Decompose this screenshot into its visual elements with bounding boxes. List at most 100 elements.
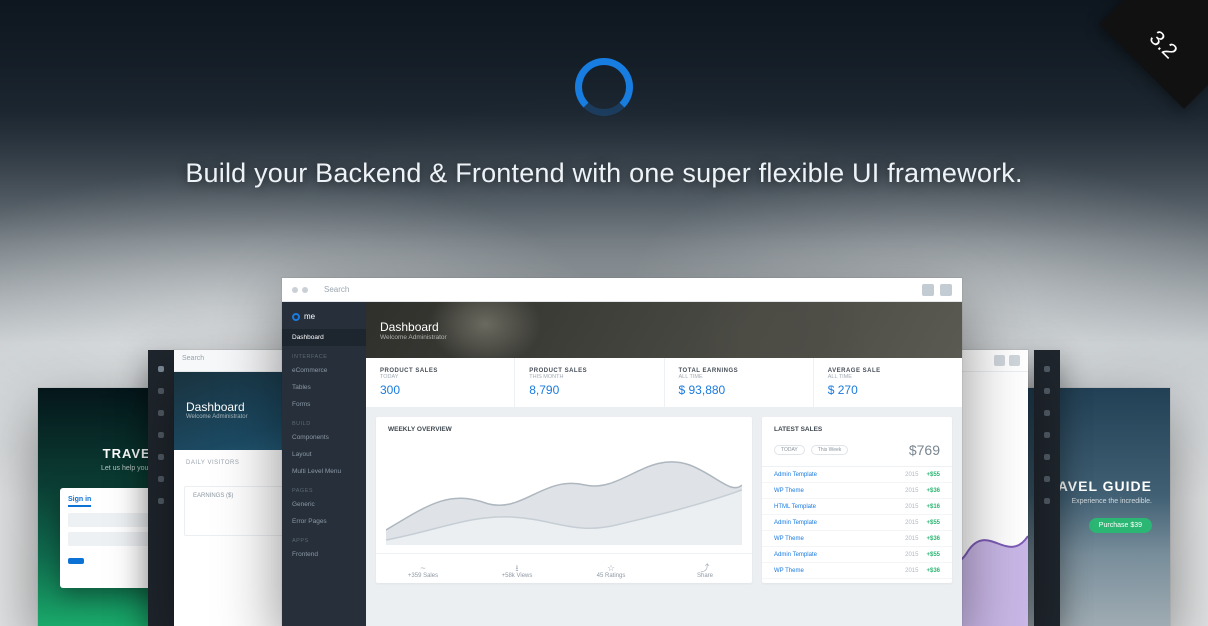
sidebar-item-ecommerce[interactable]: eCommerce (282, 362, 366, 379)
list-item[interactable]: WP Theme2015+$36 (762, 483, 952, 499)
iconbar-item-icon[interactable] (158, 388, 164, 394)
item-year: 2015 (905, 488, 918, 494)
line-chart (386, 445, 742, 545)
hero-banner: 3.2 Build your Backend & Frontend with o… (0, 0, 1208, 626)
item-name: WP Theme (774, 536, 804, 542)
item-name: WP Theme (774, 568, 804, 574)
weekly-overview-panel: WEEKLY OVERVIEW ~+359 Sales ⭳+58k Views … (376, 417, 752, 583)
iconbar-item-icon[interactable] (158, 410, 164, 416)
trend-icon: ~ (376, 559, 470, 573)
iconbar-item-icon[interactable] (1044, 432, 1050, 438)
item-year: 2015 (905, 472, 918, 478)
topbar-action-icon[interactable] (940, 284, 952, 296)
brand-label: me (304, 312, 315, 321)
download-icon: ⭳ (470, 559, 564, 573)
kpi-row: PRODUCT SALES TODAY 300 PRODUCT SALES TH… (366, 358, 962, 407)
avatar-icon[interactable] (994, 355, 1005, 366)
signin-button[interactable] (68, 558, 84, 564)
iconbar-item-icon[interactable] (1044, 498, 1050, 504)
list-item[interactable]: HTML Template 2015 +$16 (762, 499, 952, 515)
sales-list: Admin Template2015+$55WP Theme2015+$36HT… (762, 467, 952, 583)
headline: Build your Backend & Frontend with one s… (0, 158, 1208, 189)
kpi-value: 300 (380, 383, 500, 397)
page-title: Dashboard (380, 320, 948, 334)
chart-action[interactable]: ⭳+58k Views (470, 554, 564, 583)
iconbar-item-icon[interactable] (158, 366, 164, 372)
list-item[interactable]: Admin Template2015+$55 (762, 547, 952, 563)
topbar-action-icon[interactable] (1009, 355, 1020, 366)
sidebar-item-dashboard[interactable]: Dashboard (282, 329, 366, 346)
chart-action[interactable]: ~+359 Sales (376, 554, 470, 583)
list-item[interactable]: Admin Template 2015 +$55 (762, 467, 952, 483)
window-topbar: Search (282, 278, 962, 302)
sidebar-item-error[interactable]: Error Pages (282, 513, 366, 530)
filter-today[interactable]: TODAY (774, 445, 805, 455)
travel-subtitle: Experience the incredible. (1071, 498, 1152, 505)
latest-sales-panel: LATEST SALES TODAY This Week $769 Admin … (762, 417, 952, 583)
brand[interactable]: me (282, 310, 366, 329)
search-label[interactable]: Search (182, 355, 204, 362)
sidebar-group-label: BUILD (282, 413, 366, 429)
page-subtitle: Welcome Administrator (380, 334, 948, 341)
share-icon: ⤴ (658, 559, 752, 573)
item-name: Admin Template (774, 552, 817, 558)
kpi-value: $ 93,880 (679, 383, 799, 397)
item-year: 2015 (905, 504, 918, 510)
iconbar-item-icon[interactable] (158, 476, 164, 482)
kpi-card: TOTAL EARNINGS ALL TIME $ 93,880 (665, 358, 814, 407)
chart-action-label: +359 Sales (408, 573, 438, 579)
chart-action-label: Share (697, 573, 713, 579)
item-name: HTML Template (774, 504, 816, 510)
sidebar-item-tables[interactable]: Tables (282, 379, 366, 396)
filter-week[interactable]: This Week (811, 445, 849, 455)
avatar-icon[interactable] (922, 284, 934, 296)
sidebar-group-label: APPS (282, 530, 366, 546)
iconbar-item-icon[interactable] (158, 432, 164, 438)
kpi-sub: TODAY (380, 374, 500, 380)
sidebar-group-label: PAGES (282, 480, 366, 496)
panel-title: LATEST SALES (762, 417, 952, 442)
item-name: Admin Template (774, 520, 817, 526)
sales-total: $769 (909, 442, 940, 458)
sidebar-item-multilevel[interactable]: Multi Level Menu (282, 463, 366, 480)
sidebar-item-frontend[interactable]: Frontend (282, 546, 366, 563)
item-delta: +$55 (926, 472, 940, 478)
iconbar-item-icon[interactable] (1044, 410, 1050, 416)
chart-action-label: 45 Ratings (597, 573, 626, 579)
tab-signin[interactable]: Sign in (68, 496, 91, 507)
kpi-sub: ALL TIME (679, 374, 799, 380)
kpi-card: PRODUCT SALES THIS MONTH 8,790 (515, 358, 664, 407)
iconbar-item-icon[interactable] (1044, 476, 1050, 482)
version-label: 3.2 (1099, 0, 1208, 109)
kpi-value: 8,790 (529, 383, 649, 397)
iconbar-right (1034, 350, 1060, 626)
window-dot-icon (302, 287, 308, 293)
item-year: 2015 (905, 536, 918, 542)
iconbar-item-icon[interactable] (158, 454, 164, 460)
item-delta: +$16 (926, 504, 940, 510)
list-item[interactable]: WP Theme2015+$36 (762, 563, 952, 579)
sidebar-item-layout[interactable]: Layout (282, 446, 366, 463)
window-dot-icon (292, 287, 298, 293)
kpi-sub: THIS MONTH (529, 374, 649, 380)
iconbar-item-icon[interactable] (1044, 454, 1050, 460)
item-name: Admin Template (774, 472, 817, 478)
purchase-button[interactable]: Purchase $39 (1089, 518, 1152, 533)
list-item[interactable]: Admin Template2015+$55 (762, 515, 952, 531)
sidebar: me Dashboard INTERFACE eCommerce Tables … (282, 302, 366, 626)
item-year: 2015 (905, 552, 918, 558)
iconbar-item-icon[interactable] (1044, 366, 1050, 372)
kpi-card: PRODUCT SALES TODAY 300 (366, 358, 515, 407)
iconbar-item-icon[interactable] (158, 498, 164, 504)
item-delta: +$55 (926, 520, 940, 526)
list-item[interactable]: WP Theme2015+$36 (762, 579, 952, 583)
list-item[interactable]: WP Theme2015+$36 (762, 531, 952, 547)
chart-action[interactable]: ⤴Share (658, 554, 752, 583)
search-input[interactable]: Search (324, 285, 349, 294)
chart-action[interactable]: ☆45 Ratings (564, 554, 658, 583)
sidebar-item-generic[interactable]: Generic (282, 496, 366, 513)
chart-actions: ~+359 Sales ⭳+58k Views ☆45 Ratings ⤴Sha… (376, 553, 752, 583)
sidebar-item-components[interactable]: Components (282, 429, 366, 446)
iconbar-item-icon[interactable] (1044, 388, 1050, 394)
sidebar-item-forms[interactable]: Forms (282, 396, 366, 413)
